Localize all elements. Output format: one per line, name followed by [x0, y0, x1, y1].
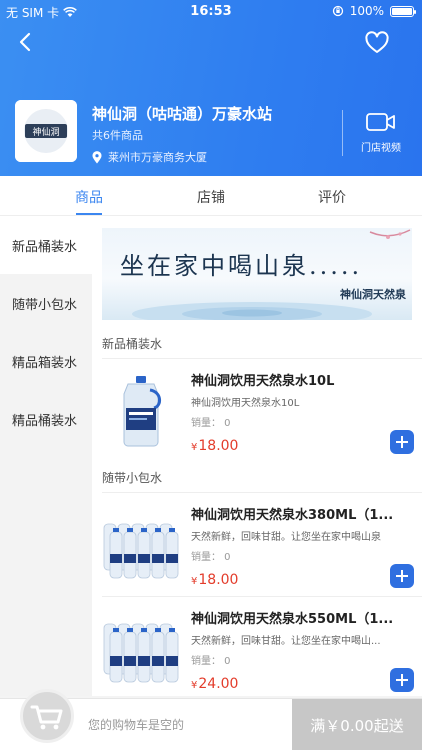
add-to-cart-button[interactable] [390, 564, 414, 588]
tab-reviews[interactable]: 评价 [318, 187, 346, 207]
currency-symbol: ¥ [191, 680, 198, 691]
product-image[interactable] [98, 606, 182, 690]
store-logo-graphic: 神仙洞 [15, 100, 77, 162]
category-sidebar: 新品桶装水 随带小包水 精品箱装水 精品桶装水 [0, 216, 92, 696]
cart-empty-text: 您的购物车是空的 [88, 718, 185, 732]
store-address-text: 莱州市万豪商务大厦 [108, 151, 207, 164]
store-name: 神仙洞（咕咕通）万豪水站 [92, 105, 273, 123]
product-count: 共6件商品 [92, 129, 143, 142]
status-right: 100% [332, 4, 416, 18]
store-address[interactable]: 莱州市万豪商务大厦 [92, 149, 207, 165]
category-premium-bucket-water[interactable]: 精品桶装水 [0, 390, 92, 448]
price-value: 18.00 [198, 438, 239, 454]
battery-percent: 100% [349, 4, 384, 18]
product-description: 天然新鲜，回味甘甜。让您坐在家中喝山泉 [191, 532, 381, 543]
category-small-pack-water[interactable]: 随带小包水 [0, 274, 92, 332]
category-new-bucket-water[interactable]: 新品桶装水 [0, 216, 92, 274]
video-camera-icon [366, 113, 395, 131]
checkout-button[interactable]: 满￥0.00起送 [292, 699, 422, 750]
status-bar: 无 SIM 卡 16:53 100% [0, 0, 422, 22]
video-divider [342, 110, 343, 156]
tab-products[interactable]: 商品 [75, 187, 103, 207]
cart-bar: 您的购物车是空的 满￥0.00起送 [0, 689, 422, 750]
product-price: ¥18.00 [191, 438, 238, 454]
currency-symbol: ¥ [191, 576, 198, 587]
product-description: 神仙洞饮用天然泉水10L [191, 398, 300, 409]
store-header: 无 SIM 卡 16:53 100% 神仙洞 神仙洞（咕咕通）万豪水站 共6件商… [0, 0, 422, 176]
product-image[interactable] [98, 368, 182, 452]
chevron-left-icon [19, 32, 31, 52]
store-logo: 神仙洞 [15, 100, 77, 162]
row-divider [102, 492, 422, 493]
orientation-lock-icon [332, 5, 343, 17]
product-price: ¥18.00 [191, 572, 238, 588]
shopping-cart-icon [30, 705, 63, 730]
bottle-pack-image [103, 623, 179, 683]
row-divider [102, 358, 422, 359]
product-card[interactable]: 神仙洞饮用天然泉水380ML（1... 天然新鲜，回味甘甜。让您坐在家中喝山泉 … [92, 492, 422, 596]
favorite-button[interactable] [364, 30, 390, 56]
product-sales: 销量： 0 [191, 656, 231, 667]
tab-active-indicator [76, 213, 102, 215]
heart-icon [365, 31, 389, 53]
cart-button[interactable] [20, 689, 74, 743]
product-name: 神仙洞饮用天然泉水550ML（1... [191, 612, 394, 627]
section-title: 随带小包水 [102, 471, 163, 485]
tab-bar: 商品 店铺 评价 [0, 176, 422, 216]
banner-brand: 神仙洞天然泉 [340, 288, 406, 301]
add-to-cart-button[interactable] [390, 430, 414, 454]
row-divider [102, 596, 422, 597]
tab-store[interactable]: 店铺 [197, 187, 225, 207]
promo-banner[interactable]: 坐在家中喝山泉..... 神仙洞天然泉 [102, 228, 412, 320]
product-sales: 销量： 0 [191, 418, 231, 429]
store-video-button[interactable]: 门店视频 [348, 112, 414, 154]
product-name: 神仙洞饮用天然泉水10L [191, 374, 335, 389]
location-pin-icon [92, 150, 102, 163]
bottle-pack-image [103, 523, 179, 579]
product-image[interactable] [98, 502, 182, 586]
bucket-bottle-image [123, 376, 161, 447]
price-value: 18.00 [198, 572, 239, 588]
store-video-label: 门店视频 [361, 143, 401, 154]
battery-icon [390, 5, 416, 17]
product-description: 天然新鲜，回味甘甜。让您坐在家中喝山... [191, 636, 381, 647]
add-to-cart-button[interactable] [390, 668, 414, 692]
product-sales: 销量： 0 [191, 552, 231, 563]
product-price: ¥24.00 [191, 676, 238, 692]
product-name: 神仙洞饮用天然泉水380ML（1... [191, 508, 394, 523]
category-boxed-water[interactable]: 精品箱装水 [0, 332, 92, 390]
product-list[interactable]: 坐在家中喝山泉..... 神仙洞天然泉 新品桶装水 神仙洞饮用天然泉水10L 神… [92, 216, 422, 696]
store-logo-text: 神仙洞 [32, 126, 59, 138]
section-title: 新品桶装水 [102, 337, 163, 351]
product-card[interactable]: 神仙洞饮用天然泉水550ML（1... 天然新鲜，回味甘甜。让您坐在家中喝山..… [92, 596, 422, 696]
product-card[interactable]: 神仙洞饮用天然泉水10L 神仙洞饮用天然泉水10L 销量： 0 ¥18.00 [92, 358, 422, 462]
price-value: 24.00 [198, 676, 239, 692]
banner-headline: 坐在家中喝山泉..... [120, 252, 363, 280]
currency-symbol: ¥ [191, 442, 198, 453]
back-button[interactable] [14, 30, 38, 54]
